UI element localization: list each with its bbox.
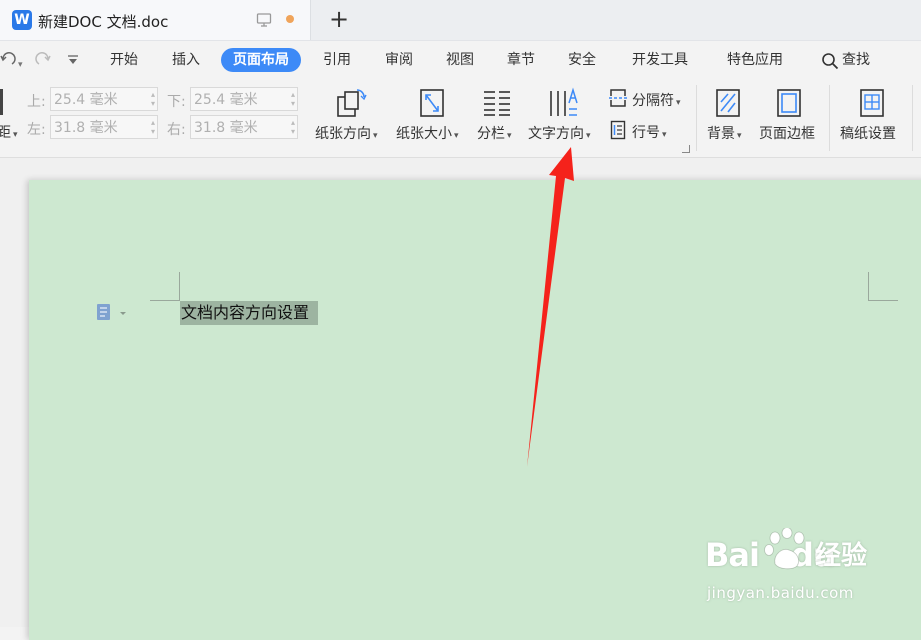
tab-special-apps[interactable]: 特色应用 <box>715 48 795 72</box>
margin-left-label: 左: <box>27 122 46 138</box>
line-number-label: 行号 <box>632 125 660 141</box>
text-direction-icon <box>550 87 578 116</box>
paper-size-icon <box>420 89 444 117</box>
chevron-down-icon: ▾ <box>586 131 591 141</box>
new-tab-button[interactable]: + <box>326 6 352 32</box>
document-tab[interactable]: W 新建DOC 文档.doc <box>0 0 311 40</box>
page-border-label: 页面边框 <box>759 126 815 142</box>
ribbon-separator <box>912 85 913 151</box>
text-direction-label: 文字方向 <box>528 126 584 142</box>
chevron-down-icon: ▾ <box>737 131 742 141</box>
tab-page-layout[interactable]: 页面布局 <box>221 48 301 72</box>
margin-bottom-field[interactable]: 25.4 毫米 ▴ ▾ <box>190 87 298 111</box>
monitor-icon[interactable] <box>256 12 272 28</box>
background-label: 背景 <box>707 126 735 142</box>
columns-icon <box>484 91 510 116</box>
margin-bottom-label: 下: <box>167 94 186 110</box>
ribbon-separator <box>829 85 830 151</box>
tab-sections[interactable]: 章节 <box>495 48 547 72</box>
wps-writer-icon: W <box>12 10 32 30</box>
manuscript-settings-label: 稿纸设置 <box>840 126 896 142</box>
margins-icon[interactable] <box>0 89 3 115</box>
chevron-down-icon: ▾ <box>676 98 681 108</box>
page-border-button[interactable]: 页面边框 <box>756 79 824 157</box>
redo-icon[interactable] <box>35 51 51 69</box>
margin-right-label: 右: <box>167 122 186 138</box>
baidu-jingyan-watermark: Bai du 经验 jingyan.baidu.com <box>705 528 905 608</box>
undo-icon[interactable] <box>0 51 16 69</box>
page-border-icon <box>777 89 801 117</box>
unsaved-indicator <box>286 15 294 23</box>
columns-button[interactable]: 分栏 ▾ <box>474 79 522 157</box>
paper-size-button[interactable]: 纸张大小 ▾ <box>392 79 472 157</box>
tab-references[interactable]: 引用 <box>311 48 363 72</box>
chevron-down-icon: ▾ <box>454 131 459 141</box>
separator-icon <box>609 89 627 107</box>
manuscript-grid-icon <box>860 89 884 117</box>
separator-button[interactable]: 分隔符 ▾ <box>605 85 689 111</box>
manuscript-settings-button[interactable]: 稿纸设置 <box>836 79 908 157</box>
chevron-down-icon: ▾ <box>373 131 378 141</box>
document-title: 新建DOC 文档.doc <box>38 13 169 31</box>
text-direction-button[interactable]: 文字方向 ▾ <box>524 79 602 157</box>
search-button[interactable]: 查找 <box>830 48 882 72</box>
background-button[interactable]: 背景 ▾ <box>703 79 753 157</box>
margin-corner-top-left <box>150 272 180 301</box>
orientation-button[interactable]: 纸张方向 ▾ <box>310 79 390 157</box>
tab-developer[interactable]: 开发工具 <box>620 48 700 72</box>
paper-size-label: 纸张大小 <box>396 126 452 142</box>
chevron-down-icon: ▾ <box>507 131 512 141</box>
ribbon-separator <box>696 85 697 151</box>
tab-insert[interactable]: 插入 <box>160 48 212 72</box>
columns-label: 分栏 <box>477 126 505 142</box>
undo-dropdown-icon[interactable]: ▾ <box>18 55 23 75</box>
margin-right-field[interactable]: 31.8 毫米 ▴ ▾ <box>190 115 298 139</box>
line-number-button[interactable]: 行号 ▾ <box>605 117 689 143</box>
paragraph-layout-icon[interactable] <box>96 303 126 323</box>
paw-logo-icon <box>764 528 805 570</box>
watermark-url: jingyan.baidu.com <box>707 584 854 602</box>
selected-paragraph-text[interactable]: 文档内容方向设置 <box>180 301 319 325</box>
line-number-icon <box>610 120 626 140</box>
tab-home[interactable]: 开始 <box>98 48 150 72</box>
tab-view[interactable]: 视图 <box>434 48 486 72</box>
margin-corner-top-right <box>868 272 898 301</box>
tab-security[interactable]: 安全 <box>556 48 608 72</box>
separator-label: 分隔符 <box>632 93 674 109</box>
menu-bar: ▾ 开始 插入 页面布局 引用 审阅 视图 章节 安全 开发工具 特色应用 查找 <box>0 41 921 79</box>
background-icon <box>716 89 740 117</box>
orientation-label: 纸张方向 <box>315 126 371 142</box>
page-setup-dialog-launcher[interactable] <box>682 145 690 153</box>
ribbon-page-layout: 距 ▾ 上: 25.4 毫米 ▴ ▾ 下: 25.4 毫米 ▴ ▾ 左: 31.8 毫… <box>0 79 921 158</box>
margin-top-label: 上: <box>27 94 46 110</box>
tab-review[interactable]: 审阅 <box>373 48 425 72</box>
chevron-down-icon: ▾ <box>662 130 667 140</box>
customize-toolbar-icon[interactable] <box>67 54 79 66</box>
margin-top-field[interactable]: 25.4 毫米 ▴ ▾ <box>50 87 158 111</box>
title-bar: W 新建DOC 文档.doc + <box>0 0 921 41</box>
watermark-jingyan-text: 经验 <box>815 541 868 571</box>
margin-left-field[interactable]: 31.8 毫米 ▴ ▾ <box>50 115 158 139</box>
orientation-icon <box>337 89 367 117</box>
margins-button[interactable]: 距 ▾ <box>0 122 18 142</box>
